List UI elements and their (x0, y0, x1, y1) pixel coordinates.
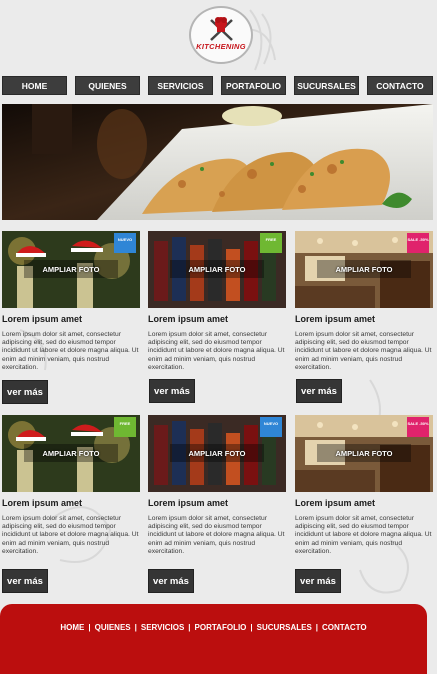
nav-contacto[interactable]: CONTACTO (367, 76, 433, 95)
footer-link-home[interactable]: HOME (60, 623, 84, 632)
ver-mas-button[interactable]: ver más (148, 569, 194, 593)
footer-separator: | (134, 623, 137, 632)
ribbon-text: FREE (119, 421, 131, 426)
card-photo[interactable]: AMPLIAR FOTO NUEVO (2, 231, 140, 308)
card-description: Lorem ipsum dolor sit amet, consectetur … (148, 515, 285, 555)
card-description: Lorem ipsum dolor sit amet, consectetur … (2, 515, 139, 555)
ribbon-badge: FREE (114, 417, 136, 437)
ribbon-badge: NUEVO (114, 233, 136, 253)
card-title: Lorem ipsum amet (295, 498, 376, 508)
ampliar-foto-label[interactable]: AMPLIAR FOTO (2, 265, 140, 274)
card-title: Lorem ipsum amet (295, 314, 376, 324)
footer-link-sucursales[interactable]: SUCURSALES (257, 623, 312, 632)
service-card: AMPLIAR FOTO FREE Lorem ipsum amet Lorem… (148, 231, 286, 372)
service-card: AMPLIAR FOTO FREE Lorem ipsum amet Lorem… (2, 415, 140, 556)
footer-navigation: HOME | QUIENES | SERVICIOS | PORTAFOLIO | SUCURS… (0, 623, 427, 632)
ribbon-badge: SALE -50% (407, 233, 429, 253)
nav-home[interactable]: HOME (2, 76, 67, 95)
ampliar-foto-label[interactable]: AMPLIAR FOTO (2, 449, 140, 458)
card-photo[interactable]: AMPLIAR FOTO NUEVO (148, 415, 286, 492)
ampliar-foto-label[interactable]: AMPLIAR FOTO (148, 265, 286, 274)
nav-portafolio[interactable]: PORTAFOLIO (221, 76, 286, 95)
footer-link-portafolio[interactable]: PORTAFOLIO (195, 623, 247, 632)
ampliar-foto-label[interactable]: AMPLIAR FOTO (148, 449, 286, 458)
ribbon-text: NUEVO (117, 237, 133, 242)
ampliar-foto-label[interactable]: AMPLIAR FOTO (295, 449, 433, 458)
card-description: Lorem ipsum dolor sit amet, consectetur … (2, 331, 139, 371)
ribbon-badge: FREE (260, 233, 282, 253)
ver-mas-button[interactable]: ver más (2, 569, 48, 593)
card-title: Lorem ipsum amet (148, 314, 229, 324)
service-card: AMPLIAR FOTO NUEVO Lorem ipsum amet Lore… (2, 231, 140, 372)
ribbon-text: SALE -50% (407, 421, 429, 426)
nav-sucursales[interactable]: SUCURSALES (294, 76, 359, 95)
ampliar-foto-label[interactable]: AMPLIAR FOTO (295, 265, 433, 274)
card-description: Lorem ipsum dolor sit amet, consectetur … (295, 515, 432, 555)
kitchening-logo[interactable]: KITCHENING (189, 6, 253, 64)
card-description: Lorem ipsum dolor sit amet, consectetur … (295, 331, 432, 371)
chef-hat-utensils-icon (210, 17, 233, 41)
logo-wordmark: KITCHENING (196, 42, 246, 51)
card-photo[interactable]: AMPLIAR FOTO FREE (2, 415, 140, 492)
card-title: Lorem ipsum amet (148, 498, 229, 508)
card-photo[interactable]: AMPLIAR FOTO SALE -50% (295, 231, 433, 308)
footer-separator: | (88, 623, 91, 632)
service-card: AMPLIAR FOTO SALE -50% Lorem ipsum amet … (295, 415, 433, 556)
footer: HOME | QUIENES | SERVICIOS | PORTAFOLIO | SUCURS… (0, 604, 427, 674)
card-photo[interactable]: AMPLIAR FOTO SALE -50% (295, 415, 433, 492)
ver-mas-button[interactable]: ver más (149, 379, 195, 403)
hero-banner (2, 104, 433, 220)
footer-link-quienes[interactable]: QUIENES (95, 623, 131, 632)
main-navigation: HOME QUIENES SERVICIOS PORTAFOLIO SUCURS… (0, 76, 437, 96)
card-description: Lorem ipsum dolor sit amet, consectetur … (148, 331, 285, 371)
nav-servicios[interactable]: SERVICIOS (148, 76, 213, 95)
footer-link-contacto[interactable]: CONTACTO (322, 623, 367, 632)
footer-link-servicios[interactable]: SERVICIOS (141, 623, 184, 632)
ver-mas-button[interactable]: ver más (2, 380, 48, 404)
hero-food-image (2, 104, 433, 220)
ver-mas-button[interactable]: ver más (295, 569, 341, 593)
footer-separator: | (188, 623, 191, 632)
ribbon-text: FREE (265, 237, 277, 242)
nav-quienes[interactable]: QUIENES (75, 76, 140, 95)
ribbon-text: NUEVO (263, 421, 279, 426)
ribbon-text: SALE -50% (407, 237, 429, 242)
card-title: Lorem ipsum amet (2, 314, 83, 324)
footer-separator: | (315, 623, 319, 632)
card-title: Lorem ipsum amet (2, 498, 83, 508)
card-photo[interactable]: AMPLIAR FOTO FREE (148, 231, 286, 308)
ribbon-badge: SALE -50% (407, 417, 429, 437)
ver-mas-button[interactable]: ver más (296, 379, 342, 403)
ribbon-badge: NUEVO (260, 417, 282, 437)
service-card: AMPLIAR FOTO SALE -50% Lorem ipsum amet … (295, 231, 433, 372)
footer-separator: | (250, 623, 253, 632)
service-card: AMPLIAR FOTO NUEVO Lorem ipsum amet Lore… (148, 415, 286, 556)
